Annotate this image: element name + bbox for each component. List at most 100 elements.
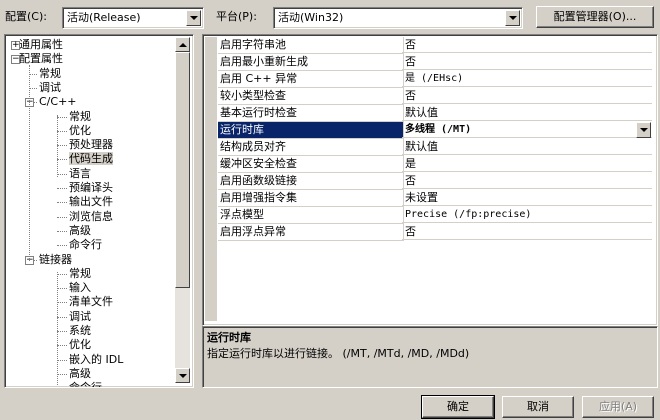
- expand-icon[interactable]: +: [11, 41, 20, 50]
- config-select[interactable]: 活动(Release): [62, 7, 204, 29]
- platform-select[interactable]: 活动(Win32): [273, 7, 523, 29]
- tree-guide-line: [57, 115, 58, 177]
- tree-item-debugging[interactable]: 调试: [39, 81, 61, 95]
- property-row[interactable]: 启用函数级链接否: [203, 173, 653, 190]
- row-gutter: [205, 139, 217, 156]
- tree-item-cpp-general[interactable]: 常规: [69, 110, 91, 124]
- platform-dropdown-button[interactable]: [505, 10, 520, 26]
- tree-item-cpp-output[interactable]: 输出文件: [69, 195, 113, 209]
- scroll-up-button[interactable]: [175, 37, 190, 52]
- tree-item-cpp-advanced[interactable]: 高级: [69, 224, 91, 238]
- row-gutter: [205, 88, 217, 105]
- tree-item-linker[interactable]: 链接器: [39, 253, 72, 267]
- tree-item-label: 优化: [69, 338, 91, 352]
- property-row[interactable]: 启用增强指令集 未设置: [203, 190, 653, 207]
- tree-item-linker-optimization[interactable]: 优化: [69, 338, 91, 352]
- collapse-icon[interactable]: −: [11, 55, 20, 65]
- config-label: 配置(C):: [5, 10, 47, 23]
- tree-item-label: 系统: [69, 324, 91, 337]
- property-row[interactable]: 较小类型检查否: [203, 88, 653, 105]
- property-row[interactable]: 启用字符串池否: [203, 37, 653, 54]
- ok-button[interactable]: 确定: [421, 395, 495, 419]
- property-value[interactable]: Precise (/fp:precise): [402, 207, 652, 223]
- config-manager-button[interactable]: 配置管理器(O)...: [536, 6, 654, 28]
- row-gutter: [205, 224, 217, 241]
- property-row[interactable]: 浮点模型 Precise (/fp:precise): [203, 207, 653, 224]
- scroll-down-button[interactable]: [175, 368, 190, 383]
- tree-connector: [57, 159, 67, 161]
- property-row[interactable]: 启用 C++ 异常是 (/EHsc): [203, 71, 653, 88]
- tree-item-cpp-pch[interactable]: 预编译头: [69, 181, 113, 195]
- tree-item-common[interactable]: 通用属性: [19, 38, 63, 52]
- property-value[interactable]: 否: [402, 37, 652, 53]
- property-value[interactable]: 默认值: [402, 139, 652, 155]
- value-dropdown-button[interactable]: [636, 122, 651, 138]
- tree-item-label: 优化: [69, 123, 91, 137]
- tree-item-cpp-cmdline[interactable]: 命令行: [69, 238, 102, 252]
- tree-item-label: 代码生成: [69, 152, 113, 166]
- tree-connector: [29, 73, 37, 75]
- property-tree[interactable]: 通用属性 + 配置属性 − 常规 调试 C/C++ − 常规 优化 预处理器 代码生成 语言 预编译头 输出…: [4, 34, 194, 388]
- tree-item-label: 预编译头: [69, 181, 113, 194]
- tree-item-label: 高级: [69, 366, 91, 380]
- property-row[interactable]: 缓冲区安全检查是: [203, 156, 653, 173]
- chevron-up-icon: [179, 43, 187, 47]
- tree-item-cpp[interactable]: C/C++: [39, 95, 77, 109]
- row-gutter: [205, 207, 217, 224]
- tree-item-cpp-preprocessor[interactable]: 预处理器: [69, 138, 113, 152]
- property-row[interactable]: 基本运行时检查 默认值: [203, 105, 653, 122]
- tree-item-linker-system[interactable]: 系统: [69, 324, 91, 338]
- tree-connector: [57, 145, 67, 147]
- row-gutter: [205, 173, 217, 190]
- property-value[interactable]: 未设置: [402, 190, 652, 206]
- tree-item-cpp-optimization[interactable]: 优化: [69, 124, 91, 138]
- description-title: 运行时库: [207, 331, 251, 344]
- tree-item-linker-general[interactable]: 常规: [69, 267, 91, 281]
- tree-item-linker-debug[interactable]: 调试: [69, 310, 91, 324]
- property-value[interactable]: 否: [402, 88, 652, 104]
- tree-item-linker-input[interactable]: 输入: [69, 281, 91, 295]
- tree-item-label: C/C++: [39, 95, 77, 109]
- tree-guide-line: [29, 65, 30, 261]
- property-value[interactable]: 默认值: [402, 105, 652, 121]
- tree-item-label: 常规: [69, 109, 91, 123]
- tree-item-label: 输入: [69, 281, 91, 295]
- tree-connector: [57, 188, 67, 189]
- property-value[interactable]: 否: [402, 224, 652, 240]
- description-pane: 运行时库 指定运行时库以进行链接。 (/MT, /MTd, /MD, /MDd): [202, 326, 658, 388]
- cancel-button[interactable]: 取消: [502, 396, 574, 418]
- property-row[interactable]: 结构成员对齐 默认值: [203, 139, 653, 156]
- tree-item-cpp-codegen[interactable]: 代码生成: [69, 152, 113, 166]
- tree-connector: [57, 302, 67, 304]
- runtime-library-select[interactable]: 多线程 (/MT): [402, 122, 652, 138]
- property-value[interactable]: 否: [402, 54, 652, 70]
- config-dropdown-button[interactable]: [186, 10, 201, 26]
- tree-scrollbar[interactable]: [175, 37, 190, 383]
- property-grid[interactable]: 启用字符串池否启用最小重新生成否启用 C++ 异常是 (/EHsc) 较小类型检查…: [202, 34, 658, 326]
- tree-item-general[interactable]: 常规: [39, 67, 61, 81]
- tree-item-label: 高级: [69, 223, 91, 237]
- property-value[interactable]: 是: [402, 156, 652, 172]
- tree-item-linker-idl[interactable]: 嵌入的 IDL: [69, 353, 123, 367]
- property-row[interactable]: 启用最小重新生成否: [203, 54, 653, 71]
- tree-item-linker-cmdline[interactable]: 命令行: [69, 381, 102, 387]
- row-gutter: [205, 122, 217, 139]
- property-name: 启用浮点异常: [218, 224, 404, 241]
- tree-connector: [57, 359, 67, 361]
- tree-connector: [57, 345, 67, 347]
- ok-label: 确定: [447, 400, 469, 413]
- tree-item-linker-advanced[interactable]: 高级: [69, 367, 91, 381]
- apply-button[interactable]: 应用(A): [582, 396, 654, 418]
- tree-connector: [57, 288, 67, 290]
- property-row[interactable]: 运行时库 多线程 (/MT): [203, 122, 653, 139]
- scroll-thumb[interactable]: [175, 52, 190, 288]
- tree-item-label: 命令行: [69, 238, 102, 252]
- tree-item-cpp-language[interactable]: 语言: [69, 167, 91, 181]
- chevron-down-icon: [640, 128, 648, 132]
- property-value[interactable]: 是 (/EHsc): [402, 71, 652, 87]
- tree-item-config[interactable]: 配置属性: [19, 52, 63, 66]
- property-value[interactable]: 否: [402, 173, 652, 189]
- tree-item-cpp-browse[interactable]: 浏览信息: [69, 210, 113, 224]
- tree-item-linker-manifest[interactable]: 清单文件: [69, 295, 113, 309]
- property-row[interactable]: 启用浮点异常否: [203, 224, 653, 241]
